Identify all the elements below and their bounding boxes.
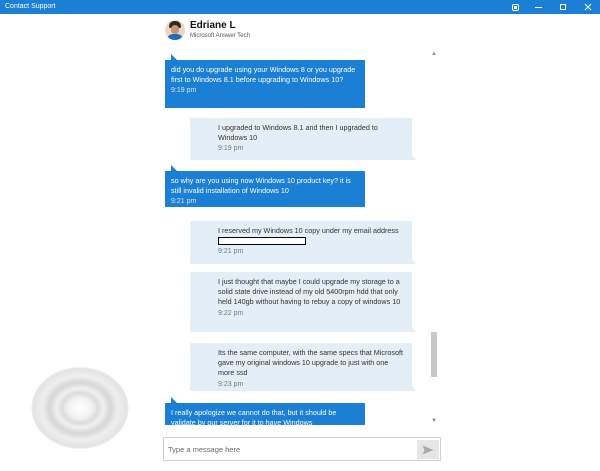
minimize-icon: [534, 6, 542, 8]
scroll-down-arrow-icon[interactable]: ▼: [430, 417, 438, 425]
message-text: I reserved my Windows 10 copy under my e…: [218, 226, 399, 235]
message-text: I really apologize we cannot do that, bu…: [171, 408, 337, 425]
message-text: so why are you using now Windows 10 prod…: [171, 176, 351, 196]
close-icon: [584, 3, 592, 11]
send-icon: [422, 445, 434, 454]
user-message: I reserved my Windows 10 copy under my e…: [190, 221, 416, 264]
agent-name: Edriane L: [190, 20, 236, 31]
message-time: 9:21 pm: [218, 248, 244, 256]
maximize-button[interactable]: [551, 0, 575, 14]
message-composer: [163, 437, 441, 461]
agent-header: Edriane L Microsoft Answer Tech: [165, 18, 445, 44]
window-title: Contact Support: [5, 3, 56, 10]
redacted-email: [218, 237, 306, 246]
send-button[interactable]: [417, 440, 439, 459]
message-text: did you do upgrade using your Windows 8 …: [171, 65, 356, 85]
avatar: [165, 20, 185, 40]
scroll-up-arrow-icon[interactable]: ▲: [430, 50, 438, 58]
user-message: Its the same computer, with the same spe…: [190, 343, 416, 391]
scrollbar-thumb[interactable]: [431, 332, 437, 377]
agent-message: did you do upgrade using your Windows 8 …: [165, 54, 365, 108]
user-message: I upgraded to Windows 8.1 and then I upg…: [190, 118, 416, 160]
user-message: I just thought that maybe I could upgrad…: [190, 272, 416, 332]
agent-message: so why are you using now Windows 10 prod…: [165, 165, 365, 207]
message-text: I just thought that maybe I could upgrad…: [218, 277, 401, 307]
message-time: 9:21 pm: [171, 198, 197, 206]
message-text: Its the same computer, with the same spe…: [218, 348, 403, 378]
message-text: I upgraded to Windows 8.1 and then I upg…: [218, 123, 378, 143]
message-time: 9:23 pm: [218, 380, 244, 388]
loading-spinner-icon: [31, 367, 129, 449]
close-button[interactable]: [576, 0, 600, 14]
maximize-icon: [560, 4, 566, 10]
message-time: 9:19 pm: [171, 87, 197, 95]
chat-icon[interactable]: [503, 0, 527, 14]
minimize-button[interactable]: [526, 0, 550, 14]
agent-role: Microsoft Answer Tech: [190, 33, 250, 39]
message-time: 9:22 pm: [218, 309, 244, 317]
chat-transcript[interactable]: did you do upgrade using your Windows 8 …: [165, 50, 427, 425]
message-time: 9:19 pm: [218, 145, 244, 153]
scrollbar[interactable]: ▲ ▼: [430, 50, 438, 425]
agent-message: I really apologize we cannot do that, bu…: [165, 397, 365, 425]
message-input[interactable]: [168, 441, 412, 457]
title-bar: Contact Support: [0, 0, 600, 14]
